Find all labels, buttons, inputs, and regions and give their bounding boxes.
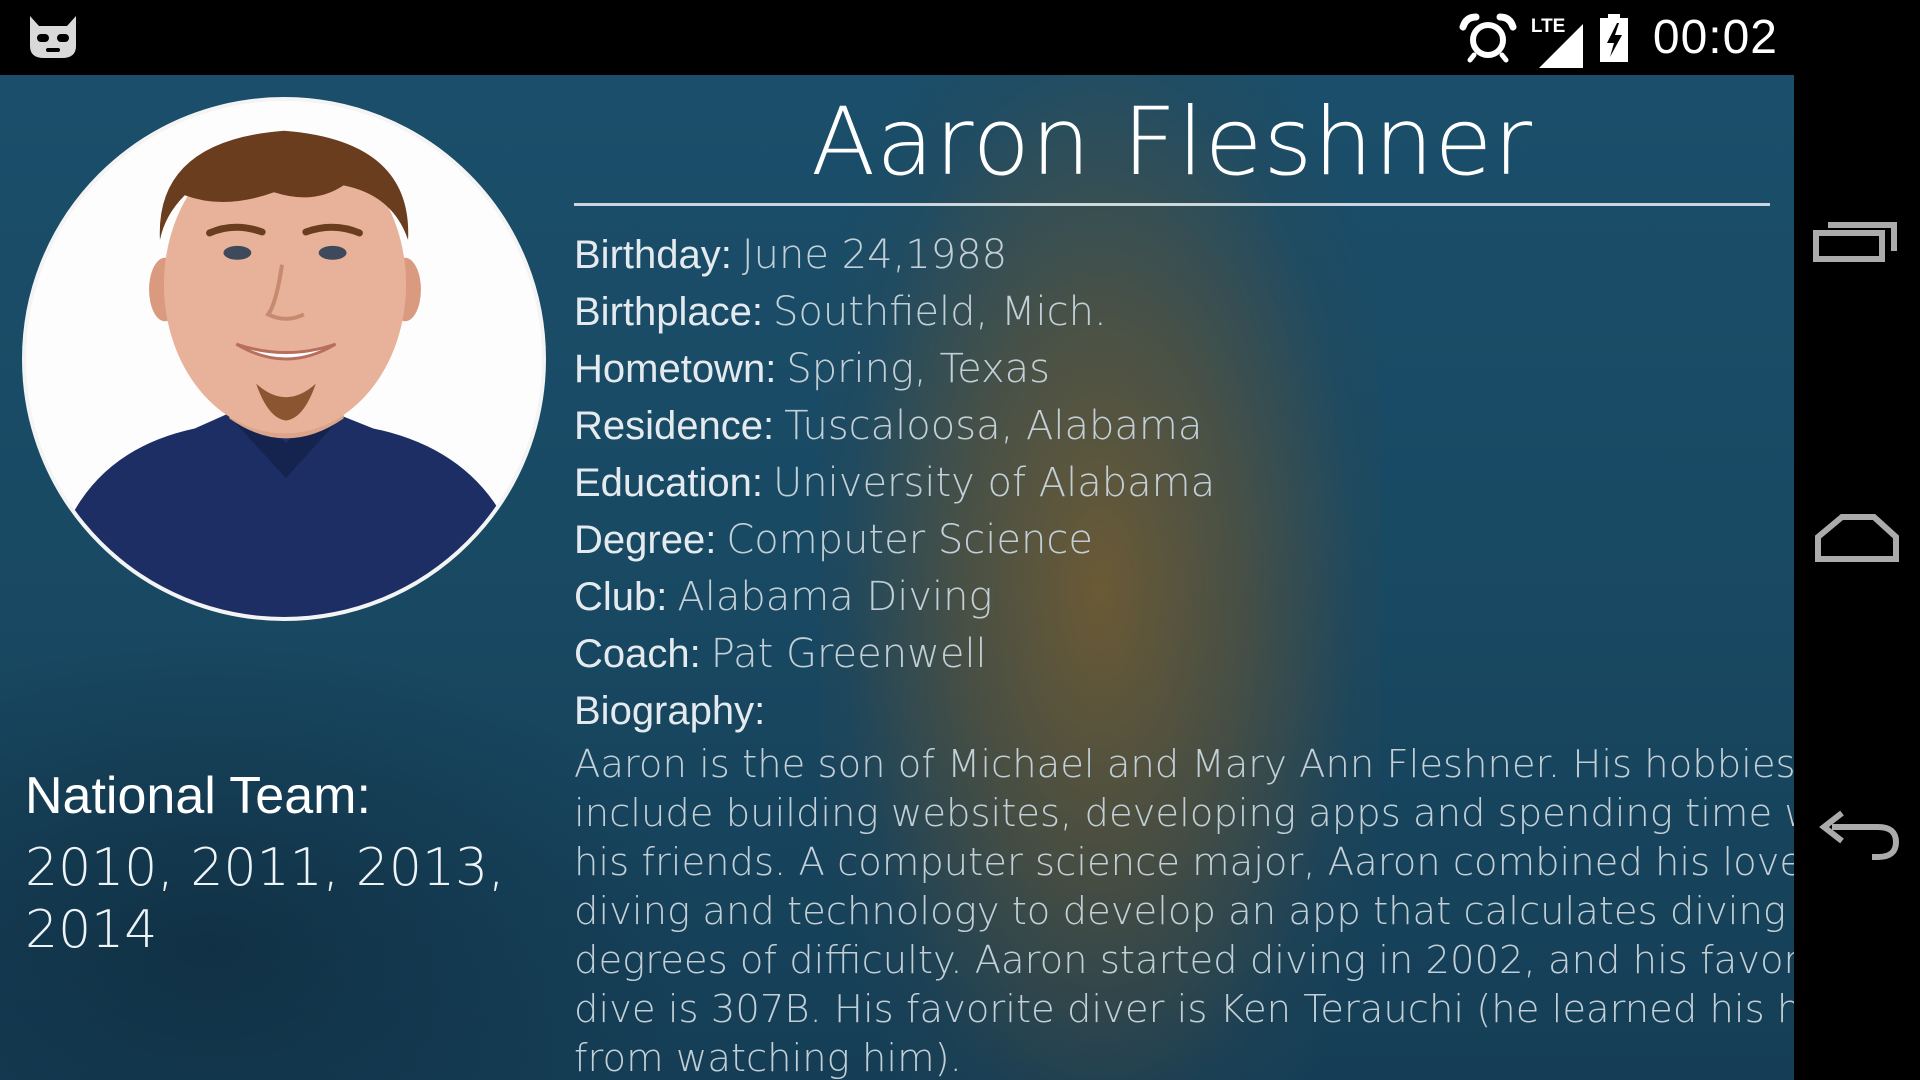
biography-line: Aaron is the son of Michael and Mary Ann… <box>574 742 1794 787</box>
name-divider <box>574 203 1770 206</box>
biography-line: from watching him). <box>574 1036 962 1080</box>
profile-page: National Team: 2010, 2011, 2013, 2014 Aa… <box>0 75 1794 1080</box>
detail-row-hometown: Hometown: Spring, Texas <box>574 341 1794 398</box>
profile-details: Birthday: June 24,1988 Birthplace: Southfi… <box>574 227 1794 1080</box>
biography-line: his friends. A computer science major, A… <box>574 840 1794 885</box>
status-clock: 00:02 <box>1652 11 1778 64</box>
detail-row-club: Club: Alabama Diving <box>574 569 1794 626</box>
lte-signal-icon: LTE <box>1531 10 1585 68</box>
detail-label: Coach: <box>574 632 701 676</box>
detail-row-coach: Coach: Pat Greenwell <box>574 626 1794 683</box>
back-icon <box>1812 809 1902 868</box>
detail-label: Club: <box>574 575 668 619</box>
detail-value: Pat Greenwell <box>710 631 987 677</box>
status-icons: LTE 00:02 <box>1459 0 1778 75</box>
detail-label: Birthplace: <box>574 290 763 334</box>
back-button[interactable] <box>1794 763 1920 913</box>
detail-row-degree: Degree: Computer Science <box>574 512 1794 569</box>
profile-name: Aaron Fleshner <box>810 88 1534 197</box>
home-icon <box>1812 511 1902 570</box>
status-bar: LTE 00:02 <box>0 0 1794 75</box>
national-team-years-line: 2014 <box>25 900 158 961</box>
national-team-years-line: 2010, 2011, 2013, <box>25 838 505 899</box>
detail-row-residence: Residence: Tuscaloosa, Alabama <box>574 398 1794 455</box>
biography-text: Aaron is the son of Michael and Mary Ann… <box>574 740 1794 1080</box>
detail-label: Education: <box>574 461 764 505</box>
detail-value: University of Alabama <box>773 460 1216 506</box>
national-team-section: National Team: 2010, 2011, 2013, 2014 <box>25 765 545 961</box>
profile-photo <box>22 97 546 621</box>
recent-apps-button[interactable] <box>1794 165 1920 315</box>
biography-line: dive is 307B. His favorite diver is Ken … <box>574 987 1794 1032</box>
alarm-icon <box>1459 13 1517 63</box>
detail-value: Computer Science <box>726 517 1093 563</box>
biography-line: include building websites, developing ap… <box>574 791 1794 836</box>
detail-label: Residence: <box>574 404 775 448</box>
biography-label-row: Biography: <box>574 683 1794 740</box>
detail-row-birthplace: Birthplace: Southfield, Mich. <box>574 284 1794 341</box>
detail-label: Degree: <box>574 518 717 562</box>
detail-value: Southfield, Mich. <box>772 289 1107 335</box>
biography-line: degrees of difficulty. Aaron started div… <box>574 938 1794 983</box>
recent-apps-icon <box>1812 213 1902 268</box>
detail-value: Alabama Diving <box>677 574 993 620</box>
app-screen: LTE 00:02 National Team: 2010, 2011, 201… <box>0 0 1920 1080</box>
detail-row-education: Education: University of Alabama <box>574 455 1794 512</box>
detail-row-birthday: Birthday: June 24,1988 <box>574 227 1794 284</box>
home-button[interactable] <box>1794 465 1920 615</box>
detail-value: Spring, Texas <box>786 346 1051 392</box>
cyanogenmod-mascot-icon <box>24 12 82 62</box>
battery-charging-icon <box>1599 13 1629 63</box>
navigation-bar <box>1794 0 1920 1080</box>
biography-label: Biography: <box>574 689 766 733</box>
national-team-label: National Team: <box>25 767 371 825</box>
biography-line: diving and technology to develop an app … <box>574 889 1786 934</box>
detail-label: Birthday: <box>574 233 732 277</box>
detail-label: Hometown: <box>574 347 777 391</box>
national-team-years: 2010, 2011, 2013, 2014 <box>25 837 545 961</box>
detail-value: Tuscaloosa, Alabama <box>784 403 1203 449</box>
detail-value: June 24,1988 <box>741 232 1008 278</box>
